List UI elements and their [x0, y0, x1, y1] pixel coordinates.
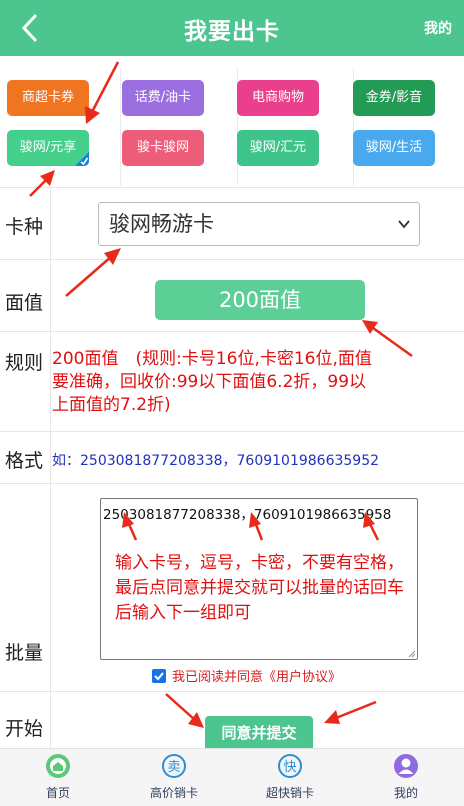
batch-hint: 输入卡号，逗号，卡密，不要有空格，最后点同意并提交就可以批量的话回车后输入下一组…	[115, 553, 404, 623]
category-huafei[interactable]: 话费/油卡	[122, 80, 204, 116]
card-type-value: 骏网畅游卡	[109, 212, 214, 236]
format-label: 格式	[5, 450, 44, 472]
nav-high-price[interactable]: 卖 高价销卡	[116, 749, 232, 806]
category-jinquan[interactable]: 金券/影音	[353, 80, 435, 116]
batch-value: 2503081877208338，7609101986635958	[103, 507, 392, 523]
card-type-row: 卡种 骏网畅游卡	[0, 188, 464, 260]
nav-mine[interactable]: 我的	[348, 749, 464, 806]
divider	[50, 260, 51, 331]
header: 我要出卡 我的	[0, 0, 464, 56]
category-dianshang[interactable]: 电商购物	[237, 80, 319, 116]
chevron-down-icon	[398, 220, 410, 229]
face-value-label: 面值	[5, 292, 44, 314]
category-label: 话费/油卡	[134, 90, 192, 105]
rule-row: 规则 200面值 (规则:卡号16位,卡密16位,面值要准确，回收价:99以下面…	[0, 332, 464, 432]
nav-home[interactable]: 首页	[0, 749, 116, 806]
fast-icon: 快	[278, 754, 302, 778]
start-row: 开始 同意并提交	[0, 692, 464, 750]
agree-line: 我已阅读并同意《用户协议》	[152, 666, 341, 685]
nav-label: 超快销卡	[265, 786, 314, 800]
selected-check-icon	[75, 152, 89, 166]
batch-row: 批量 2503081877208338，7609101986635958 输入卡…	[0, 484, 464, 692]
nav-label: 我的	[393, 786, 418, 800]
face-value-row: 面值 200面值	[0, 260, 464, 332]
submit-button[interactable]: 同意并提交	[205, 716, 313, 750]
category-junka-junwang[interactable]: 骏卡骏网	[122, 130, 204, 166]
user-icon	[394, 754, 418, 778]
divider	[50, 188, 51, 259]
nav-label: 首页	[45, 786, 70, 800]
resize-grip-icon[interactable]	[408, 650, 416, 658]
page-title: 我要出卡	[184, 19, 280, 45]
category-label: 骏网/生活	[365, 140, 423, 155]
svg-text:卖: 卖	[167, 760, 180, 775]
svg-text:快: 快	[283, 760, 296, 775]
category-grid: 商超卡券 话费/油卡 电商购物 金券/影音 骏网/元享 骏卡骏网 骏网/汇元 骏…	[0, 56, 464, 188]
category-label: 电商购物	[251, 90, 304, 105]
nav-label: 高价销卡	[149, 786, 198, 800]
batch-textarea[interactable]: 2503081877208338，7609101986635958 输入卡号，逗…	[100, 498, 418, 660]
rule-text: 200面值 (规则:卡号16位,卡密16位,面值要准确，回收价:99以下面值6.…	[52, 349, 372, 415]
batch-label: 批量	[5, 642, 44, 664]
face-value-button[interactable]: 200面值	[155, 280, 365, 320]
divider	[50, 692, 51, 748]
home-icon	[46, 754, 70, 778]
format-example: 如：2503081877208338，7609101986635952	[52, 453, 380, 469]
mine-link[interactable]: 我的	[424, 18, 452, 38]
category-label: 骏网/元享	[19, 140, 77, 155]
start-label: 开始	[5, 718, 44, 740]
sell-icon: 卖	[162, 754, 186, 778]
category-label: 骏卡骏网	[136, 140, 189, 155]
category-label: 骏网/汇元	[249, 140, 307, 155]
rule-label: 规则	[5, 352, 44, 374]
agree-text: 我已阅读并同意	[172, 670, 264, 685]
bottom-nav: 首页 卖 高价销卡 快 超快销卡 我的	[0, 748, 464, 806]
format-row: 格式 如：2503081877208338，7609101986635952	[0, 432, 464, 484]
category-junwang-huiyuan[interactable]: 骏网/汇元	[237, 130, 319, 166]
agree-checkbox[interactable]	[152, 669, 166, 683]
category-junwang-yuanxiang[interactable]: 骏网/元享	[7, 130, 89, 166]
category-label: 金券/影音	[365, 90, 423, 105]
check-icon	[154, 672, 164, 681]
agreement-link[interactable]: 《用户协议》	[263, 670, 341, 685]
divider	[120, 68, 121, 186]
category-junwang-shenghuo[interactable]: 骏网/生活	[353, 130, 435, 166]
divider	[50, 332, 51, 431]
divider	[50, 432, 51, 483]
card-type-label: 卡种	[5, 216, 44, 238]
divider	[50, 484, 51, 691]
category-shangchao[interactable]: 商超卡券	[7, 80, 89, 116]
card-type-select[interactable]: 骏网畅游卡	[98, 202, 420, 246]
nav-fast[interactable]: 快 超快销卡	[232, 749, 348, 806]
category-label: 商超卡券	[21, 90, 74, 105]
